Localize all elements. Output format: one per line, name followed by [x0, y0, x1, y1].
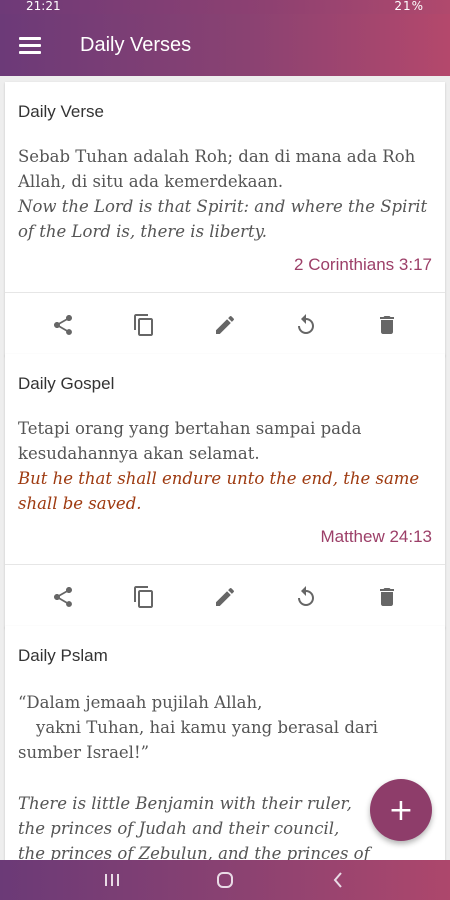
verse-english-line: the princes of Zebulun, and the princes … — [18, 844, 370, 860]
add-verse-button[interactable]: + — [370, 779, 432, 841]
daily-verse-card: Daily Verse Sebab Tuhan adalah Roh; dan … — [5, 82, 445, 356]
edit-icon[interactable] — [203, 303, 247, 347]
edit-icon[interactable] — [203, 575, 247, 619]
verse-indonesian-line: “Dalam jemaah pujilah Allah, — [18, 693, 263, 712]
verse-text: “Dalam jemaah pujilah Allah, yakni Tuhan… — [18, 690, 438, 860]
delete-icon[interactable] — [365, 303, 409, 347]
card-title: Daily Verse — [18, 102, 104, 121]
card-title: Daily Gospel — [18, 374, 115, 393]
menu-icon[interactable] — [19, 36, 43, 54]
verse-indonesian-line: yakni Tuhan, hai kamu yang berasal dari — [36, 718, 378, 737]
verse-text: Sebab Tuhan adalah Roh; dan di mana ada … — [18, 144, 438, 244]
refresh-icon[interactable] — [284, 303, 328, 347]
verse-list[interactable]: Daily Verse Sebab Tuhan adalah Roh; dan … — [0, 76, 450, 860]
system-nav-bar — [0, 860, 450, 900]
status-battery: 21% — [394, 0, 424, 13]
daily-gospel-card: Daily Gospel Tetapi orang yang bertahan … — [5, 354, 445, 628]
status-bar: 21:21 21% — [0, 0, 450, 14]
share-icon[interactable] — [41, 575, 85, 619]
verse-text: Tetapi orang yang bertahan sampai pada k… — [18, 416, 438, 516]
verse-reference[interactable]: Matthew 24:13 — [320, 527, 432, 547]
home-icon[interactable] — [205, 865, 245, 895]
verse-reference[interactable]: 2 Corinthians 3:17 — [294, 255, 432, 275]
share-icon[interactable] — [41, 303, 85, 347]
recent-apps-icon[interactable] — [92, 865, 132, 895]
status-time: 21:21 — [26, 0, 61, 13]
app-bar: Daily Verses — [0, 14, 450, 76]
card-actions — [5, 292, 445, 356]
plus-icon: + — [388, 792, 414, 828]
back-icon[interactable] — [318, 865, 358, 895]
verse-indonesian: Sebab Tuhan adalah Roh; dan di mana ada … — [18, 147, 416, 191]
verse-english: Now the Lord is that Spirit: and where t… — [18, 197, 428, 241]
delete-icon[interactable] — [365, 575, 409, 619]
refresh-icon[interactable] — [284, 575, 328, 619]
verse-indonesian: Tetapi orang yang bertahan sampai pada k… — [18, 419, 362, 463]
card-actions — [5, 564, 445, 628]
card-title: Daily Pslam — [18, 646, 108, 665]
app-title: Daily Verses — [80, 33, 192, 56]
verse-indonesian-line: sumber Israel!” — [18, 743, 150, 762]
copy-icon[interactable] — [122, 575, 166, 619]
verse-english: But he that shall endure unto the end, t… — [18, 469, 420, 513]
copy-icon[interactable] — [122, 303, 166, 347]
